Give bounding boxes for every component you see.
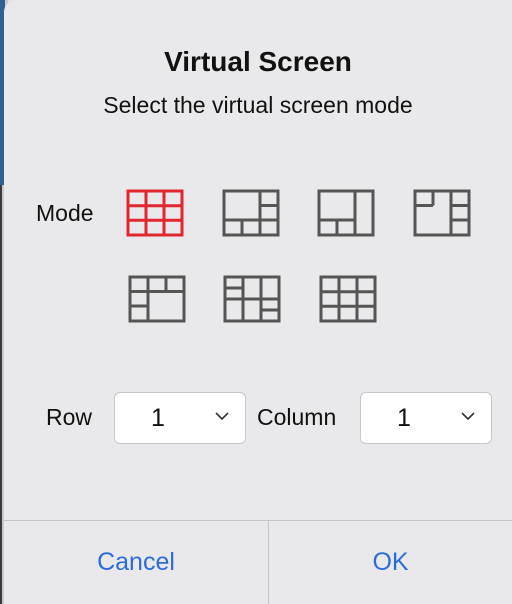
virtual-screen-dialog: Virtual Screen Select the virtual screen… (4, 0, 512, 604)
cancel-button[interactable]: Cancel (4, 521, 268, 604)
column-select-value: 1 (397, 404, 411, 432)
grid-3x3-icon (126, 189, 184, 237)
layout-large-top-left-icon (222, 189, 280, 237)
layout-option-top-split-large-bottom[interactable] (128, 275, 186, 323)
layout-option-large-top-left[interactable] (222, 189, 280, 237)
layout-top-left-small-icon (413, 189, 471, 237)
background-window-dark (0, 185, 2, 604)
layout-top-split-large-bottom-icon (128, 275, 186, 323)
row-select[interactable]: 1 (114, 392, 246, 444)
chevron-down-icon (461, 412, 475, 421)
layout-large-top-left-2-bottom-icon (317, 189, 375, 237)
layout-option-grid-3x3-alt[interactable] (319, 275, 377, 323)
dialog-title: Virtual Screen (164, 46, 352, 77)
layout-grid-3x3-alt-icon (319, 275, 377, 323)
column-select[interactable]: 1 (360, 392, 492, 444)
dialog-subtitle: Select the virtual screen mode (103, 92, 413, 118)
layout-option-grid-split-variant[interactable] (223, 275, 281, 323)
layout-option-grid-3x3[interactable] (126, 189, 184, 237)
chevron-down-icon (215, 412, 229, 421)
layout-grid-split-variant-icon (223, 275, 281, 323)
layout-option-large-top-left-2-bottom[interactable] (317, 189, 375, 237)
layout-option-top-left-small[interactable] (413, 189, 471, 237)
column-label: Column (257, 404, 337, 430)
ok-button[interactable]: OK (269, 521, 512, 604)
row-select-value: 1 (151, 404, 165, 432)
mode-label: Mode (36, 200, 94, 226)
row-label: Row (46, 404, 93, 430)
